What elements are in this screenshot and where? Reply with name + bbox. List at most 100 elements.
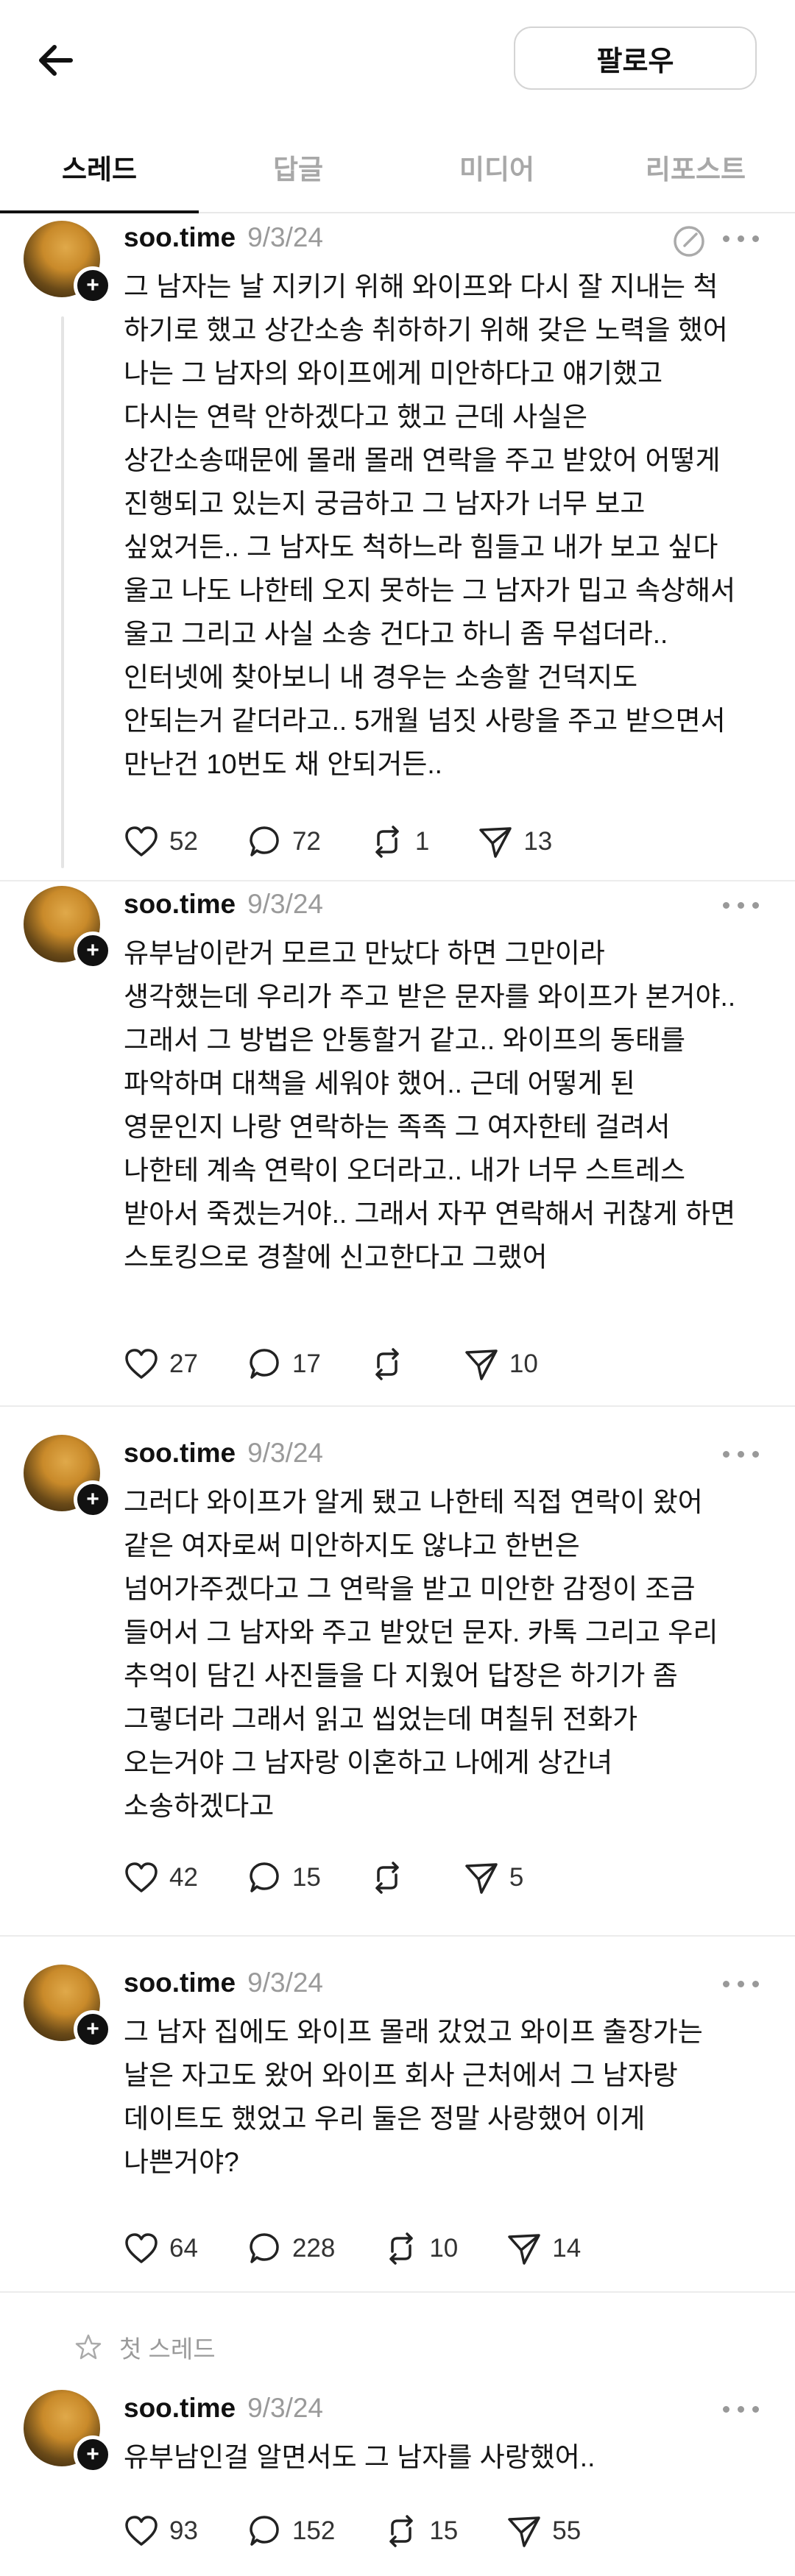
share-button[interactable]: 14 xyxy=(505,2229,581,2268)
repost-button[interactable]: 1 xyxy=(368,823,429,861)
send-icon xyxy=(508,2516,541,2547)
more-options-icon[interactable] xyxy=(718,893,763,915)
post-date: 9/3/24 xyxy=(247,1438,324,1468)
send-icon xyxy=(465,1863,498,1894)
share-button[interactable]: 55 xyxy=(505,2512,581,2550)
post-meta: soo.time 9/3/24 xyxy=(124,1438,323,1469)
post-text: 유부남이란거 모르고 만났다 하면 그만이라 생각했는데 우리가 주고 받은 문… xyxy=(124,938,736,1272)
post-actions: 27 17 10 xyxy=(122,1342,585,1386)
repost-icon xyxy=(375,1348,399,1380)
like-count: 27 xyxy=(169,1349,198,1378)
first-thread-text: 첫 스레드 xyxy=(119,2335,216,2363)
reply-button[interactable]: 15 xyxy=(245,1859,321,1897)
send-icon xyxy=(479,827,512,858)
post-text: 그 남자는 날 지키기 위해 와이프와 다시 잘 지내는 척 하기로 했고 상간… xyxy=(124,272,736,779)
like-button[interactable]: 93 xyxy=(122,2512,198,2550)
heart-icon xyxy=(125,2233,158,2263)
username[interactable]: soo.time xyxy=(124,1438,236,1468)
repost-button[interactable] xyxy=(368,1859,415,1897)
follow-plus-icon[interactable]: + xyxy=(74,266,112,305)
like-button[interactable]: 52 xyxy=(122,823,198,861)
reply-button[interactable]: 152 xyxy=(245,2512,335,2550)
like-button[interactable]: 64 xyxy=(122,2229,198,2268)
repost-button[interactable] xyxy=(368,1345,415,1383)
share-count: 10 xyxy=(509,1349,538,1378)
follow-plus-icon[interactable]: + xyxy=(74,932,112,970)
arrow-left-icon xyxy=(39,45,73,76)
tab-replies[interactable]: 답글 xyxy=(202,147,394,187)
username[interactable]: soo.time xyxy=(124,2393,236,2423)
share-count: 13 xyxy=(523,827,553,856)
repost-count: 10 xyxy=(429,2234,459,2263)
reply-count: 152 xyxy=(292,2516,336,2545)
username[interactable]: soo.time xyxy=(124,1968,236,1998)
post-actions: 42 15 5 xyxy=(122,1856,570,1900)
like-button[interactable]: 27 xyxy=(122,1345,198,1383)
reply-button[interactable]: 72 xyxy=(245,823,321,861)
repost-button[interactable]: 15 xyxy=(382,2512,458,2550)
thread-post[interactable]: + soo.time 9/3/24 그 남자는 날 지키기 위해 와이프와 다시 … xyxy=(0,213,795,880)
post-meta: soo.time 9/3/24 xyxy=(124,1968,323,1998)
repost-icon xyxy=(389,2515,414,2547)
like-count: 93 xyxy=(169,2516,198,2545)
thread-post[interactable]: + soo.time 9/3/24 유부남이란거 모르고 만났다 하면 그만이라 … xyxy=(0,880,795,1405)
reply-count: 17 xyxy=(292,1349,321,1378)
more-options-icon[interactable] xyxy=(718,1972,763,1994)
more-options-icon[interactable] xyxy=(718,227,763,249)
post-date: 9/3/24 xyxy=(247,2393,324,2423)
share-count: 14 xyxy=(552,2234,582,2263)
repost-icon xyxy=(375,1862,399,1894)
top-bar: 팔로우 xyxy=(0,0,795,118)
follow-plus-icon[interactable]: + xyxy=(74,1480,112,1519)
heart-icon xyxy=(125,1862,158,1892)
repost-button[interactable]: 10 xyxy=(382,2229,458,2268)
username[interactable]: soo.time xyxy=(124,222,236,252)
heart-icon xyxy=(125,1349,158,1379)
share-count: 55 xyxy=(552,2516,582,2545)
like-button[interactable]: 42 xyxy=(122,1859,198,1897)
post-actions: 64 228 10 14 xyxy=(122,2226,628,2271)
thread-post[interactable]: 첫 스레드 + soo.time 9/3/24 유부남인걸 알면서도 그 남자를 … xyxy=(0,2291,795,2576)
back-button[interactable] xyxy=(32,31,91,90)
like-count: 52 xyxy=(169,827,198,856)
reply-count: 228 xyxy=(292,2234,336,2263)
follow-plus-icon[interactable]: + xyxy=(74,2435,112,2474)
send-icon xyxy=(465,1349,498,1380)
more-options-icon[interactable] xyxy=(718,2397,763,2419)
tab-media[interactable]: 미디어 xyxy=(401,147,593,187)
repost-count: 15 xyxy=(429,2516,459,2545)
follow-button[interactable]: 팔로우 xyxy=(514,26,757,90)
like-count: 42 xyxy=(169,1863,198,1892)
star-icon xyxy=(75,2334,102,2360)
thread-post[interactable]: + soo.time 9/3/24 그 남자 집에도 와이프 몰래 갔었고 와이프… xyxy=(0,1935,795,2291)
post-date: 9/3/24 xyxy=(247,222,324,252)
heart-icon xyxy=(125,2516,158,2546)
tab-threads[interactable]: 스레드 xyxy=(4,147,195,187)
post-actions: 52 72 1 13 xyxy=(122,820,599,864)
reply-button[interactable]: 228 xyxy=(245,2229,335,2268)
comment-icon xyxy=(250,2233,279,2263)
tab-reposts[interactable]: 리포스트 xyxy=(600,147,791,187)
share-button[interactable]: 13 xyxy=(476,823,552,861)
comment-icon xyxy=(250,2516,279,2546)
follow-plus-icon[interactable]: + xyxy=(74,2010,112,2048)
share-button[interactable]: 10 xyxy=(462,1345,538,1383)
reply-button[interactable]: 17 xyxy=(245,1345,321,1383)
thread-connector-line xyxy=(61,316,64,868)
post-meta: soo.time 9/3/24 xyxy=(124,889,323,920)
more-options-icon[interactable] xyxy=(718,1442,763,1464)
comment-icon xyxy=(250,1862,279,1892)
send-icon xyxy=(508,2234,541,2265)
share-button[interactable]: 5 xyxy=(462,1859,523,1897)
post-meta: soo.time 9/3/24 xyxy=(124,222,323,253)
thread-post[interactable]: + soo.time 9/3/24 그러다 와이프가 알게 됐고 나한테 직접 연… xyxy=(0,1405,795,1935)
first-thread-label: 첫 스레드 xyxy=(74,2330,216,2365)
post-date: 9/3/24 xyxy=(247,1968,324,1998)
edit-icon[interactable] xyxy=(670,222,708,260)
repost-icon xyxy=(375,826,399,858)
username[interactable]: soo.time xyxy=(124,889,236,919)
reply-count: 72 xyxy=(292,827,321,856)
comment-icon xyxy=(250,826,279,856)
like-count: 64 xyxy=(169,2234,198,2263)
heart-icon xyxy=(125,826,158,856)
